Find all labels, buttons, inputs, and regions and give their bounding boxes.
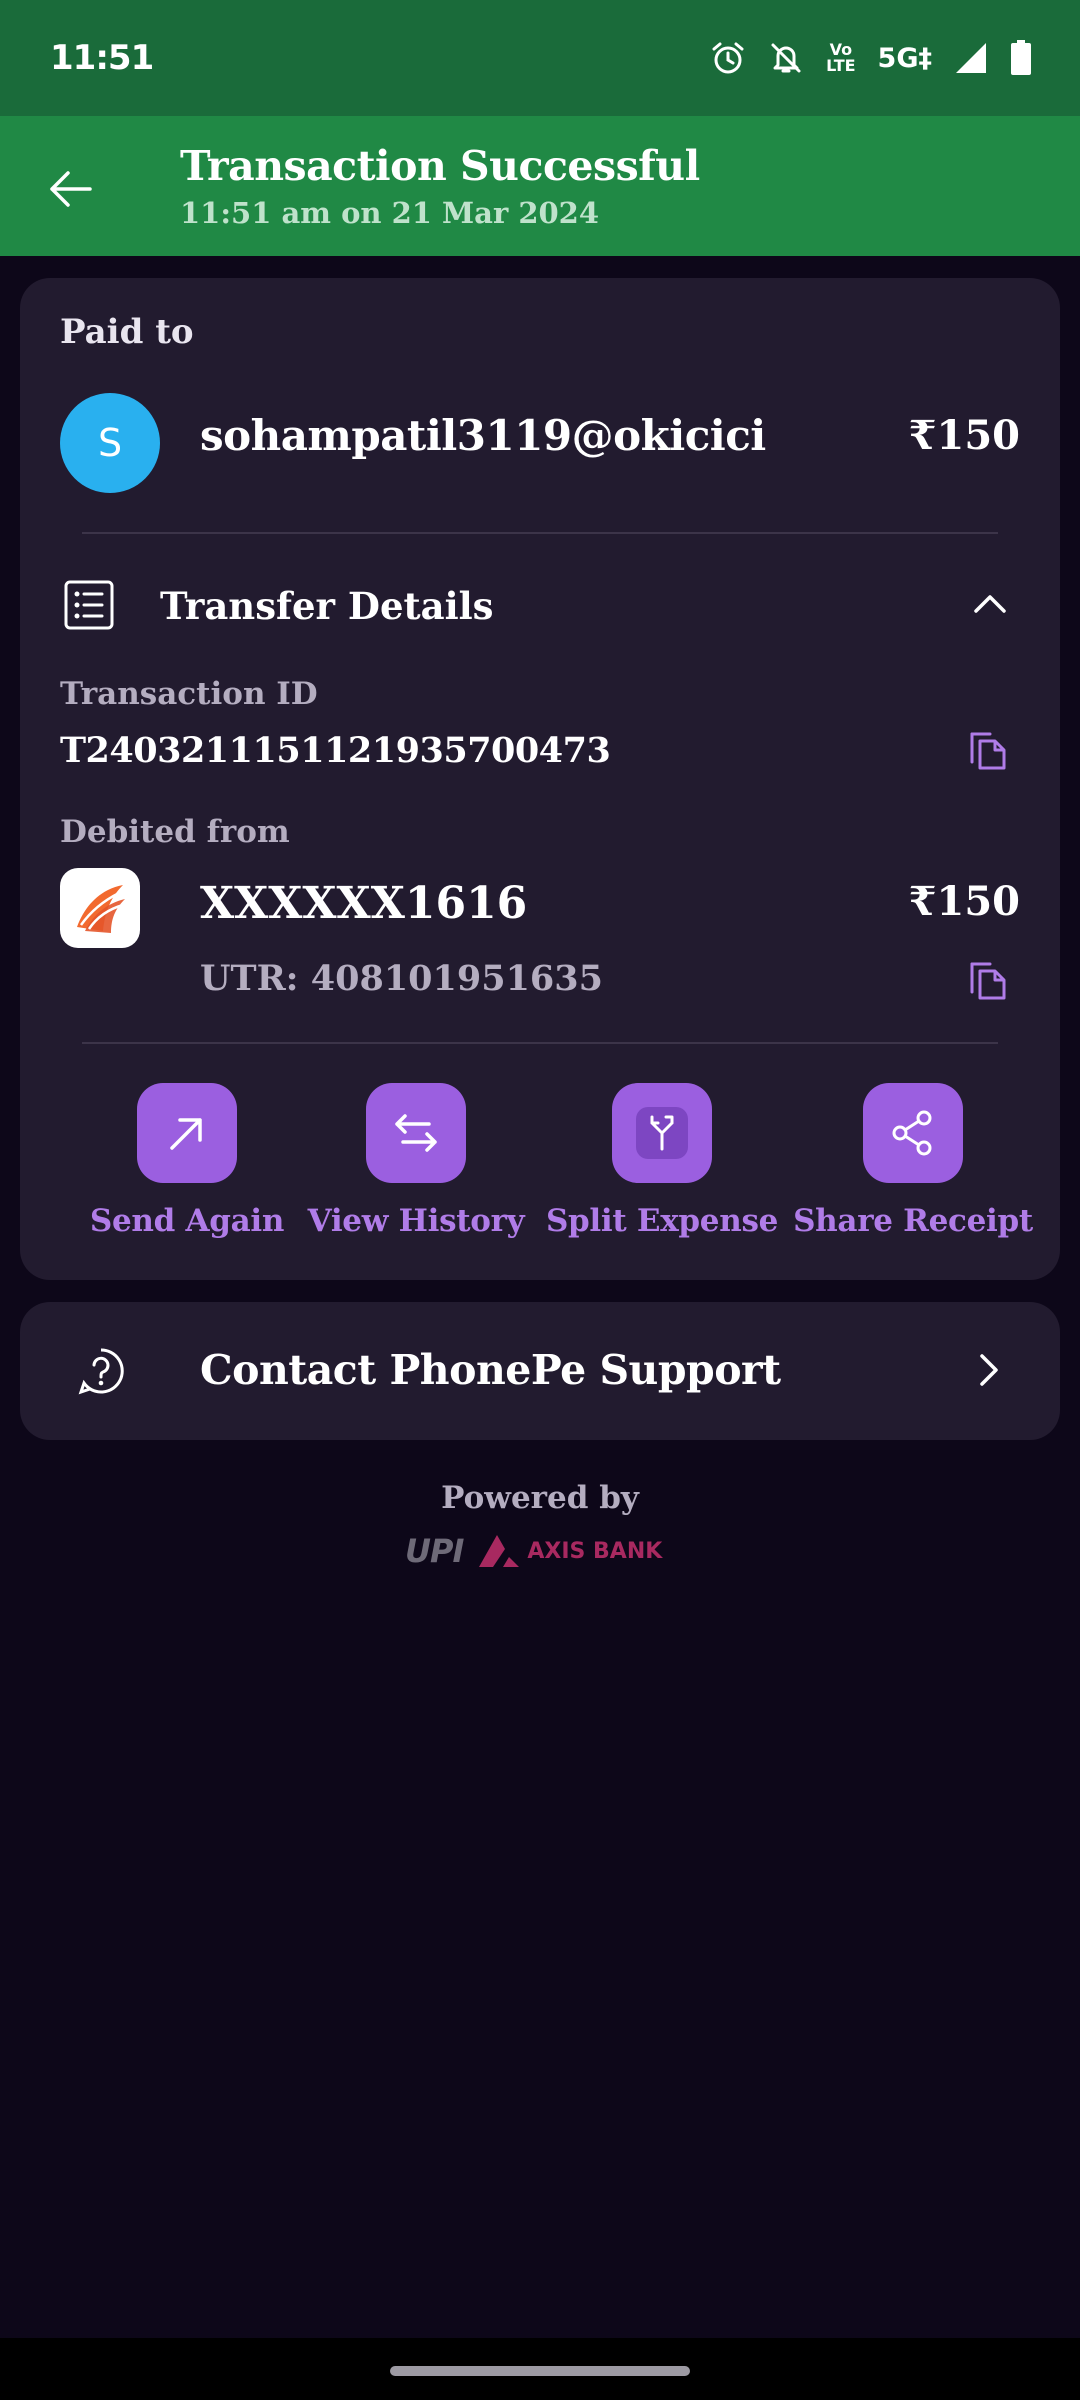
upi-logo: UPI bbox=[405, 1532, 464, 1570]
volte-icon: Vo LTE bbox=[826, 42, 855, 74]
powered-by-label: Powered by bbox=[441, 1480, 639, 1516]
battery-icon bbox=[1011, 40, 1031, 75]
share-receipt-button[interactable]: Share Receipt bbox=[793, 1083, 1033, 1263]
status-icons: Vo LTE 5G‡ bbox=[710, 40, 1032, 76]
send-again-icon-button[interactable] bbox=[137, 1083, 237, 1183]
lte-text: LTE bbox=[826, 56, 856, 75]
avatar: S bbox=[60, 393, 160, 493]
contact-support-button[interactable]: Contact PhonePe Support bbox=[20, 1302, 1060, 1440]
axis-bank-logo: AXIS BANK bbox=[477, 1533, 662, 1569]
help-circle-icon bbox=[78, 1348, 124, 1395]
view-history-button[interactable]: View History bbox=[306, 1083, 526, 1263]
split-expense-icon-button[interactable] bbox=[612, 1083, 712, 1183]
split-arrows-icon bbox=[636, 1107, 688, 1159]
transaction-id-label: Transaction ID bbox=[60, 676, 318, 712]
paid-to-label: Paid to bbox=[60, 312, 194, 352]
divider bbox=[82, 532, 998, 534]
alarm-icon bbox=[712, 42, 744, 74]
view-history-label: View History bbox=[307, 1203, 525, 1239]
axis-bank-mark-icon bbox=[479, 1535, 520, 1567]
chevron-up-icon[interactable] bbox=[970, 584, 1010, 624]
debit-account-number: XXXXXX1616 bbox=[200, 878, 528, 929]
copy-icon[interactable] bbox=[968, 728, 1008, 772]
arrow-up-right-icon bbox=[170, 1118, 202, 1150]
bank-of-baroda-logo-icon bbox=[77, 885, 125, 933]
back-arrow-icon bbox=[50, 171, 92, 207]
view-history-icon-button[interactable] bbox=[366, 1083, 466, 1183]
debit-amount: ₹150 bbox=[908, 878, 1020, 925]
contact-support-label: Contact PhonePe Support bbox=[200, 1346, 781, 1394]
transaction-card: Paid to S sohampatil3119@okicici ₹150 Tr… bbox=[20, 278, 1060, 1280]
payee-upi-id: sohampatil3119@okicici bbox=[200, 411, 766, 460]
back-button[interactable] bbox=[30, 154, 110, 224]
network-5g-icon: 5G‡ bbox=[877, 42, 932, 74]
split-expense-label: Split Expense bbox=[545, 1203, 779, 1239]
status-time: 11:51 bbox=[50, 38, 154, 78]
app-bar: Transaction Successful 11:51 am on 21 Ma… bbox=[0, 116, 1080, 256]
send-again-label: Send Again bbox=[89, 1203, 285, 1239]
share-receipt-icon-button[interactable] bbox=[863, 1083, 963, 1183]
copy-utr-icon[interactable] bbox=[968, 958, 1008, 1002]
transfer-details-title[interactable]: Transfer Details bbox=[160, 584, 494, 628]
swap-arrows-icon bbox=[395, 1114, 437, 1152]
page-title: Transaction Successful bbox=[180, 142, 700, 190]
transaction-datetime: 11:51 am on 21 Mar 2024 bbox=[180, 196, 600, 230]
signal-icon bbox=[956, 43, 986, 73]
home-gesture-handle[interactable] bbox=[390, 2366, 690, 2376]
share-receipt-label: Share Receipt bbox=[793, 1203, 1033, 1239]
divider bbox=[82, 1042, 998, 1044]
partner-logos: UPI AXIS BANK bbox=[405, 1532, 662, 1570]
chevron-right-icon bbox=[980, 1354, 998, 1386]
notifications-off-icon bbox=[771, 43, 801, 73]
transaction-id: T2403211151121935700473 bbox=[60, 730, 611, 771]
debited-from-label: Debited from bbox=[60, 814, 290, 850]
paid-amount: ₹150 bbox=[908, 412, 1020, 459]
utr-number: UTR: 408101951635 bbox=[200, 958, 603, 999]
bank-logo bbox=[60, 868, 140, 948]
send-again-button[interactable]: Send Again bbox=[77, 1083, 297, 1263]
axis-bank-text: AXIS BANK bbox=[527, 1538, 663, 1564]
split-expense-button[interactable]: Split Expense bbox=[546, 1083, 778, 1263]
share-icon bbox=[892, 1110, 932, 1156]
receipt-list-icon bbox=[64, 580, 114, 630]
status-bar: 11:51 Vo LTE 5G‡ bbox=[0, 0, 1080, 116]
